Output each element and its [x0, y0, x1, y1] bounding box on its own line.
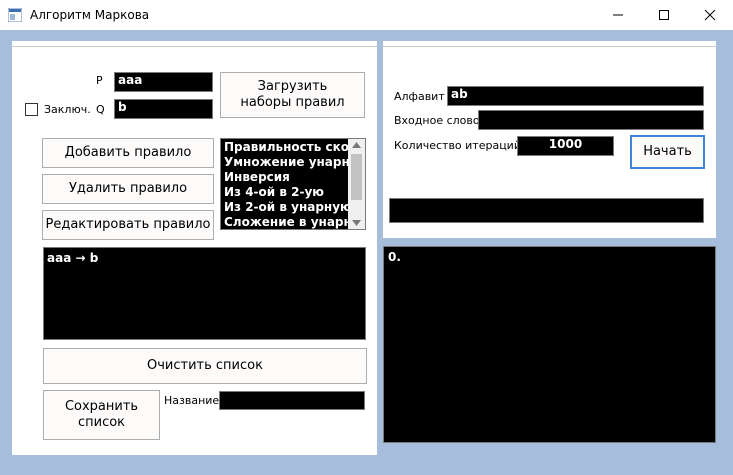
scroll-thumb[interactable]	[351, 154, 362, 200]
iterations-label: Количество итераций	[394, 139, 521, 152]
maximize-icon	[659, 10, 669, 20]
iterations-input[interactable]: 1000	[517, 136, 614, 156]
rule-sets-scrollbar[interactable]	[348, 139, 365, 229]
log-output: 0.	[383, 246, 716, 443]
maximize-button[interactable]	[641, 0, 687, 30]
name-label: Название	[164, 394, 220, 407]
p-label: P	[96, 74, 103, 87]
final-checkbox[interactable]	[25, 103, 38, 116]
rule-set-item[interactable]: Умножение унарных чисел	[221, 155, 348, 170]
result-output	[389, 198, 704, 223]
name-input[interactable]	[219, 391, 365, 410]
start-button[interactable]: Начать	[630, 135, 705, 169]
save-list-button[interactable]: Сохранить список	[43, 390, 160, 440]
rules-list[interactable]: aaa → b	[43, 247, 366, 340]
panel-divider	[12, 46, 377, 47]
load-rule-sets-button[interactable]: Загрузить наборы правил	[220, 72, 365, 118]
input-word-label: Входное слово	[394, 114, 480, 127]
scroll-down-icon[interactable]	[352, 220, 361, 226]
q-input[interactable]: b	[114, 99, 213, 119]
delete-rule-button[interactable]: Удалить правило	[42, 174, 214, 204]
minimize-button[interactable]	[595, 0, 641, 30]
app-icon	[8, 8, 22, 22]
rule-set-item[interactable]: Сложение в унарной	[221, 215, 348, 229]
add-rule-button[interactable]: Добавить правило	[42, 138, 214, 168]
rule-set-item[interactable]: Правильность скобок	[221, 140, 348, 155]
input-word-input[interactable]	[478, 110, 704, 130]
rule-set-item[interactable]: Из 2-ой в унарную	[221, 200, 348, 215]
panel-divider	[383, 46, 716, 47]
rule-set-item[interactable]: Из 4-ой в 2-ую	[221, 185, 348, 200]
close-button[interactable]	[687, 0, 733, 30]
close-icon	[704, 9, 716, 21]
title-bar: Алгоритм Маркова	[0, 0, 733, 30]
window-title: Алгоритм Маркова	[30, 8, 150, 22]
rule-sets-list[interactable]: Правильность скобок Умножение унарных чи…	[220, 138, 366, 230]
scroll-up-icon[interactable]	[352, 142, 361, 148]
final-checkbox-label: Заключ.	[44, 103, 91, 116]
p-input[interactable]: aaa	[114, 72, 213, 92]
rule-set-item[interactable]: Инверсия	[221, 170, 348, 185]
minimize-icon	[613, 14, 623, 16]
rule-item[interactable]: aaa → b	[47, 251, 362, 265]
alphabet-label: Алфавит	[394, 90, 445, 103]
alphabet-input[interactable]: ab	[447, 86, 704, 106]
q-label: Q	[96, 103, 105, 116]
edit-rule-button[interactable]: Редактировать правило	[42, 210, 214, 240]
clear-list-button[interactable]: Очистить список	[43, 348, 367, 384]
log-line: 0.	[388, 250, 401, 264]
